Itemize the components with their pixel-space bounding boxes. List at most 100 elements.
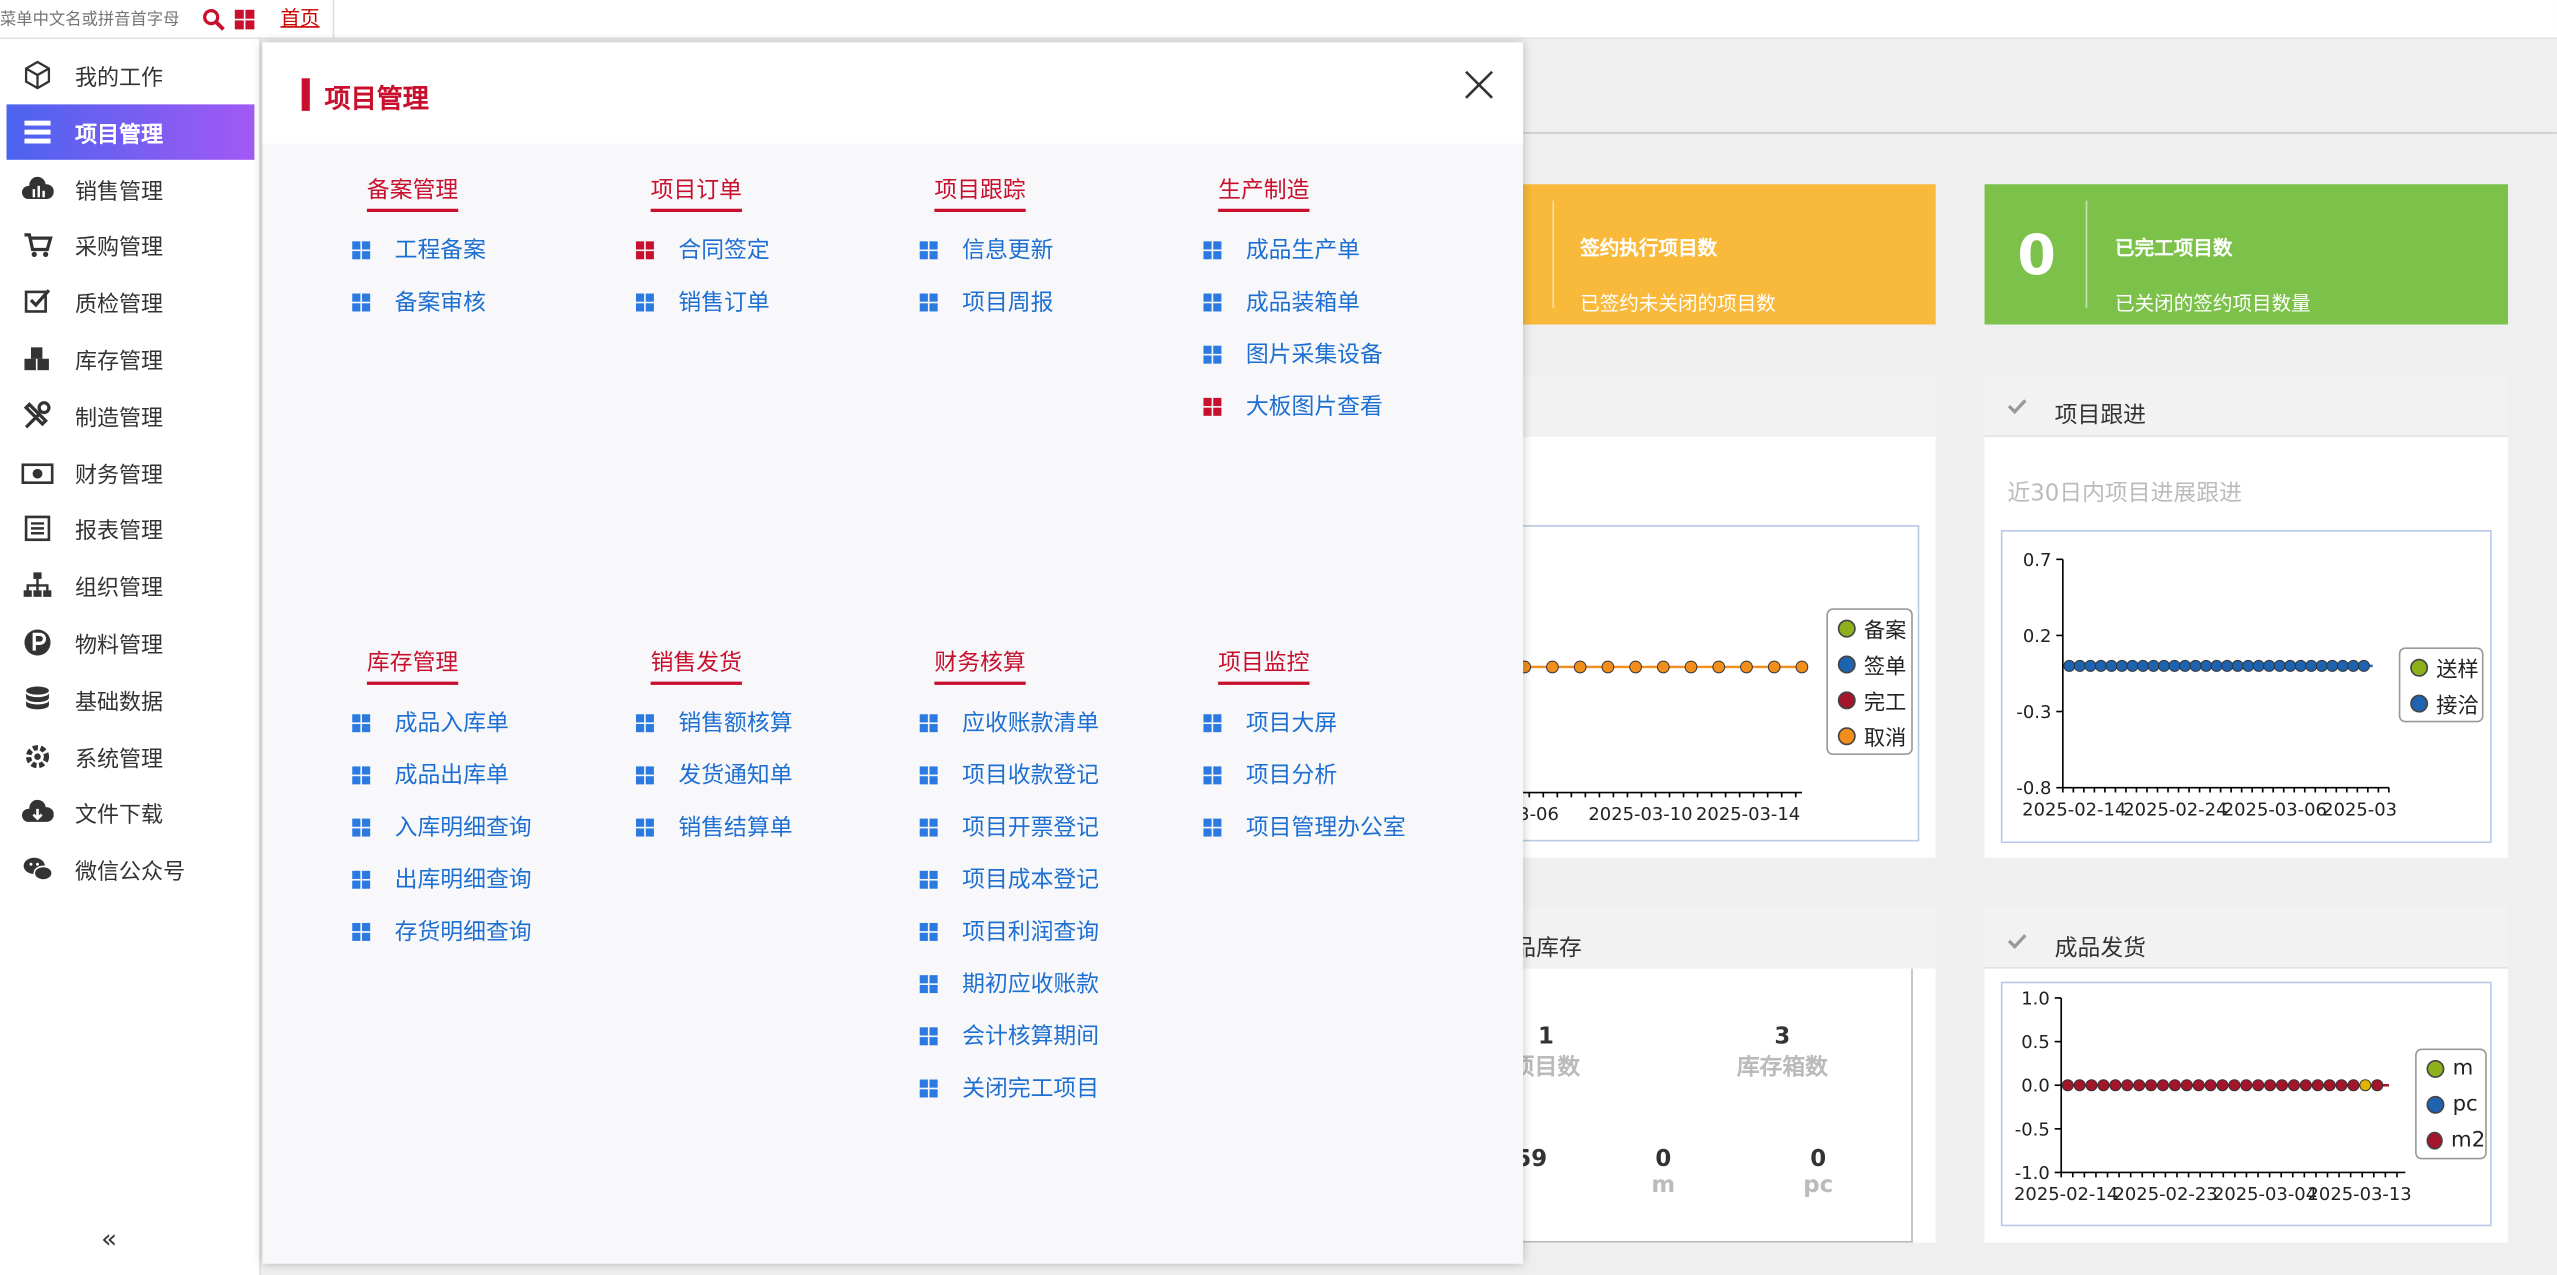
menu-item[interactable]: 成品装箱单 xyxy=(1203,285,1360,318)
menu-item-label: 成品入库单 xyxy=(394,710,509,738)
search-icon[interactable] xyxy=(202,8,225,31)
menu-item-label: 发货通知单 xyxy=(678,763,793,790)
sidebar-item[interactable]: 制造管理 xyxy=(7,388,255,443)
legend-marker xyxy=(1837,726,1856,745)
menu-section-title: 销售发货 xyxy=(650,646,742,685)
menu-item-label: 大板图片查看 xyxy=(1245,394,1383,421)
menu-item[interactable]: 项目管理办公室 xyxy=(1203,810,1406,843)
sidebar-item[interactable]: 我的工作 xyxy=(7,47,255,102)
data-point xyxy=(2061,1079,2074,1092)
list-icon xyxy=(21,115,54,148)
legend-marker xyxy=(2426,1059,2445,1078)
menu-item[interactable]: 销售订单 xyxy=(635,285,770,318)
menu-item[interactable]: 成品生产单 xyxy=(1203,233,1360,266)
sidebar: 我的工作项目管理 销售管理 采购管理 质检管理 库存管理 制造管理 财务管理 报表管理 组织管理… xyxy=(0,39,261,1275)
legend-label: m xyxy=(2452,1055,2474,1081)
data-point xyxy=(2263,659,2276,672)
menu-item[interactable]: 项目收款登记 xyxy=(919,758,1099,791)
y-tick-label: 0.2 xyxy=(2023,626,2052,647)
menu-item[interactable]: 备案审核 xyxy=(352,285,486,318)
menu-item[interactable]: 项目周报 xyxy=(919,285,1053,318)
stat-done-title: 已完工项目数 xyxy=(2115,236,2233,260)
menu-item[interactable]: 图片采集设备 xyxy=(1203,338,1383,371)
menu-section-title: 财务核算 xyxy=(934,646,1026,685)
stat-signed-title: 签约执行项目数 xyxy=(1580,236,1718,260)
sidebar-item[interactable]: 报表管理 xyxy=(7,501,255,556)
sidebar-item[interactable]: 项目管理 xyxy=(6,104,255,160)
grid-icon xyxy=(1203,765,1222,784)
data-point xyxy=(2073,659,2086,672)
menu-item[interactable]: 期初应收账款 xyxy=(919,967,1099,1000)
sidebar-item-label: 系统管理 xyxy=(75,746,164,773)
y-tick-label: -0.3 xyxy=(2016,702,2051,723)
sidebar-item[interactable]: 质检管理 xyxy=(7,274,255,329)
sidebar-item[interactable]: 基础数据 xyxy=(7,672,255,727)
menu-item[interactable]: 项目开票登记 xyxy=(919,810,1100,843)
popup-header: 项目管理 xyxy=(262,42,1524,144)
sidebar-item[interactable]: 库存管理 xyxy=(7,331,255,386)
data-point xyxy=(2273,659,2286,672)
grid-menu-icon[interactable] xyxy=(233,8,256,31)
tools-icon xyxy=(21,399,54,432)
grid-icon xyxy=(1203,344,1222,363)
menu-item[interactable]: 项目大屏 xyxy=(1203,706,1337,739)
p-circle-icon xyxy=(21,626,54,659)
menu-item[interactable]: 成品入库单 xyxy=(352,706,509,739)
cart-icon xyxy=(21,229,54,262)
menu-item-label: 存货明细查询 xyxy=(394,919,532,946)
legend-entry: 取消 xyxy=(1828,718,1911,754)
grid-icon xyxy=(919,974,938,993)
menu-item-label: 项目大屏 xyxy=(1245,710,1338,738)
menu-item[interactable]: 会计核算期间 xyxy=(919,1019,1099,1052)
grid-icon xyxy=(1203,397,1222,416)
sidebar-item[interactable]: 文件下载 xyxy=(7,785,255,840)
menu-item[interactable]: 存货明细查询 xyxy=(352,915,532,948)
data-point xyxy=(1546,660,1559,674)
menu-item[interactable]: 大板图片查看 xyxy=(1203,390,1383,423)
menu-item[interactable]: 合同签定 xyxy=(635,233,770,266)
menu-item[interactable]: 项目利润查询 xyxy=(919,915,1099,948)
stat-done-desc: 已关闭的签约项目数量 xyxy=(2115,291,2311,315)
stock-panel-title: 品库存 xyxy=(1513,936,1582,963)
y-tick-label: -0.5 xyxy=(2015,1119,2050,1140)
menu-search-input[interactable] xyxy=(0,4,193,35)
menu-section-title: 生产制造 xyxy=(1218,173,1310,212)
grid-icon xyxy=(1203,240,1222,259)
menu-item[interactable]: 入库明细查询 xyxy=(352,810,532,843)
sidebar-item[interactable]: 物料管理 xyxy=(7,615,255,670)
menu-item[interactable]: 项目分析 xyxy=(1203,758,1337,791)
legend-entry: 签单 xyxy=(1828,646,1911,682)
sidebar-item[interactable]: 采购管理 xyxy=(7,218,255,273)
sidebar-item[interactable]: 系统管理 xyxy=(7,728,255,783)
menu-item[interactable]: 信息更新 xyxy=(919,233,1054,266)
sidebar-collapse-button[interactable]: « xyxy=(101,1223,117,1254)
legend-entry: pc xyxy=(2417,1086,2485,1122)
menu-item[interactable]: 发货通知单 xyxy=(635,758,793,791)
menu-item[interactable]: 销售额核算 xyxy=(635,706,793,739)
data-point xyxy=(2371,1079,2384,1092)
sidebar-item[interactable]: 财务管理 xyxy=(7,445,255,500)
close-icon[interactable] xyxy=(1463,68,1496,101)
menu-item-label: 项目开票登记 xyxy=(962,815,1100,842)
menu-item[interactable]: 关闭完工项目 xyxy=(919,1071,1099,1104)
sidebar-item-label: 微信公众号 xyxy=(75,859,186,886)
menu-item[interactable]: 应收账款清单 xyxy=(919,706,1099,739)
sidebar-item-label: 我的工作 xyxy=(75,65,164,92)
menu-item[interactable]: 销售结算单 xyxy=(635,810,793,843)
menu-item[interactable]: 出库明细查询 xyxy=(352,863,532,896)
sidebar-item[interactable]: 销售管理 xyxy=(7,161,255,216)
sidebar-item[interactable]: 微信公众号 xyxy=(7,842,255,897)
data-point xyxy=(2200,659,2213,672)
data-point xyxy=(2284,659,2297,672)
data-point xyxy=(2189,659,2202,672)
tab-home[interactable]: 首页 xyxy=(267,0,335,40)
menu-item-label: 信息更新 xyxy=(962,238,1054,265)
sidebar-item[interactable]: 组织管理 xyxy=(7,558,255,613)
data-point xyxy=(2168,1079,2181,1092)
data-point xyxy=(2133,1079,2146,1092)
menu-item[interactable]: 成品出库单 xyxy=(352,758,509,791)
menu-item-label: 项目成本登记 xyxy=(962,867,1100,894)
menu-item[interactable]: 工程备案 xyxy=(352,233,486,266)
boxes-icon xyxy=(21,342,54,375)
menu-item[interactable]: 项目成本登记 xyxy=(919,863,1100,896)
